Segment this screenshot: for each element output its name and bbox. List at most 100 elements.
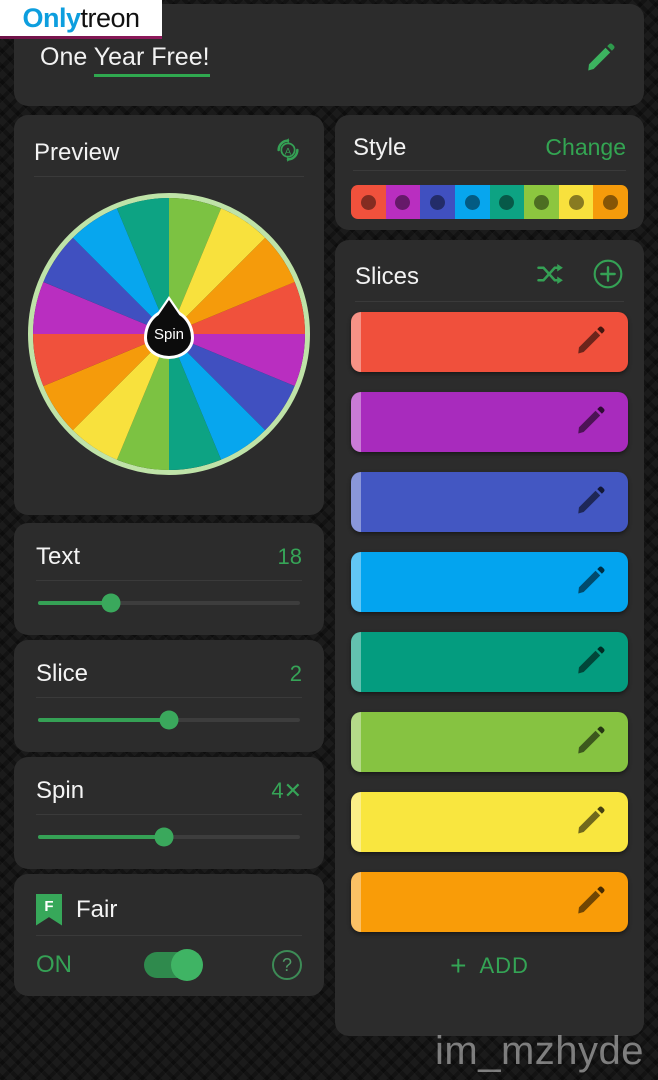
preview-title: Preview xyxy=(34,138,120,166)
logo-treon-text: treon xyxy=(80,2,140,33)
page-title-underlined: Year Free! xyxy=(93,42,210,77)
palette-swatch-dot xyxy=(568,194,584,210)
palette-swatch-dot xyxy=(533,194,549,210)
bookmark-letter: F xyxy=(44,897,54,915)
logo-only-text: Only xyxy=(22,2,81,33)
palette-swatch[interactable] xyxy=(489,185,525,219)
fair-state-label: ON xyxy=(36,951,72,978)
spin-button-label: Spin xyxy=(153,325,185,343)
text-slider-knob[interactable] xyxy=(101,593,121,613)
slice-row[interactable] xyxy=(351,712,628,772)
style-card: Style Change xyxy=(335,115,644,230)
slice-row-edge xyxy=(351,792,361,852)
palette-swatch-dot xyxy=(464,194,480,210)
pencil-icon xyxy=(578,725,605,753)
question-mark-icon[interactable]: ? xyxy=(272,950,302,980)
slice-row[interactable] xyxy=(351,872,628,932)
wheel-preview[interactable]: Spin xyxy=(28,193,310,475)
palette-swatch[interactable] xyxy=(524,185,559,219)
pencil-icon xyxy=(588,43,615,71)
edit-slice-button[interactable] xyxy=(574,723,608,762)
pencil-icon xyxy=(578,885,605,913)
pencil-icon xyxy=(578,645,605,673)
plus-circle-icon xyxy=(593,259,623,289)
edit-slice-button[interactable] xyxy=(574,403,608,442)
palette-swatch-dot xyxy=(395,194,411,210)
palette-swatch[interactable] xyxy=(420,185,455,219)
slice-slider[interactable] xyxy=(38,710,300,730)
svg-text:A: A xyxy=(285,146,292,157)
slices-card: Slices + ADD xyxy=(335,240,644,1036)
style-title: Style xyxy=(353,133,407,161)
fair-mode-card: F Fair ON ? xyxy=(14,874,324,996)
fair-toggle-knob xyxy=(171,949,203,981)
shuffle-icon xyxy=(537,264,563,284)
pencil-icon xyxy=(578,485,605,513)
edit-slice-button[interactable] xyxy=(574,643,608,682)
text-slider[interactable] xyxy=(38,593,300,613)
palette-swatch[interactable] xyxy=(351,185,386,219)
spin-slider[interactable] xyxy=(38,827,300,847)
page-title: One Year Free! xyxy=(40,42,210,77)
pencil-icon xyxy=(578,805,605,833)
onlytreon-logo: Only treon xyxy=(0,0,162,39)
palette-swatch-dot xyxy=(430,194,446,210)
palette-swatch[interactable] xyxy=(558,185,594,219)
slice-row-edge xyxy=(351,712,361,772)
slice-row[interactable] xyxy=(351,552,628,612)
spin-slider-value: 4✕ xyxy=(271,777,302,803)
spin-slider-knob[interactable] xyxy=(154,827,174,847)
pencil-icon xyxy=(578,405,605,433)
pencil-icon xyxy=(578,565,605,593)
palette-swatch[interactable] xyxy=(385,185,421,219)
slice-row-edge xyxy=(351,472,361,532)
edit-slice-button[interactable] xyxy=(574,483,608,522)
pencil-icon xyxy=(578,325,605,353)
edit-title-button[interactable] xyxy=(584,40,618,74)
add-slice-button[interactable]: + ADD xyxy=(335,952,644,980)
bookmark-icon: F xyxy=(36,893,62,926)
change-style-button[interactable]: Change xyxy=(545,134,626,161)
slice-row[interactable] xyxy=(351,472,628,532)
fair-toggle[interactable] xyxy=(144,949,203,981)
text-slider-label: Text xyxy=(36,542,81,570)
slice-slider-label: Slice xyxy=(36,659,89,687)
slice-slider-value: 2 xyxy=(289,660,302,686)
slice-list xyxy=(351,312,628,952)
style-palette[interactable] xyxy=(351,185,628,219)
page-title-plain: One xyxy=(40,42,94,71)
edit-slice-button[interactable] xyxy=(574,563,608,602)
spin-button[interactable]: Spin xyxy=(144,296,194,359)
spin-speed-card: Spin 4✕ xyxy=(14,757,324,869)
slice-row[interactable] xyxy=(351,792,628,852)
slice-row[interactable] xyxy=(351,312,628,372)
slice-slider-knob[interactable] xyxy=(159,710,179,730)
palette-swatch-dot xyxy=(603,194,619,210)
edit-slice-button[interactable] xyxy=(574,883,608,922)
auto-rotate-icon: A xyxy=(277,138,299,162)
shuffle-slices-button[interactable] xyxy=(536,262,566,291)
text-size-card: Text 18 xyxy=(14,523,324,635)
text-slider-value: 18 xyxy=(277,543,302,569)
slice-row-edge xyxy=(351,392,361,452)
add-slice-label: ADD xyxy=(479,953,529,978)
fair-label: Fair xyxy=(76,895,118,923)
slices-title: Slices xyxy=(355,262,420,290)
spin-slider-fill xyxy=(38,835,164,839)
palette-swatch-dot xyxy=(360,194,376,210)
edit-slice-button[interactable] xyxy=(574,323,608,362)
slice-row-edge xyxy=(351,312,361,372)
user-watermark: im_mzhyde xyxy=(434,1029,644,1073)
add-plus-icon: + xyxy=(450,950,468,981)
slice-row[interactable] xyxy=(351,632,628,692)
slice-slider-fill xyxy=(38,718,169,722)
slice-row[interactable] xyxy=(351,392,628,452)
spin-slider-label: Spin xyxy=(36,776,85,804)
slice-row-edge xyxy=(351,632,361,692)
add-slice-button-header[interactable] xyxy=(592,258,624,295)
edit-slice-button[interactable] xyxy=(574,803,608,842)
palette-swatch[interactable] xyxy=(593,185,628,219)
preview-card: Preview A Spin xyxy=(14,115,324,515)
auto-rotate-button[interactable]: A xyxy=(272,134,304,171)
palette-swatch[interactable] xyxy=(454,185,490,219)
